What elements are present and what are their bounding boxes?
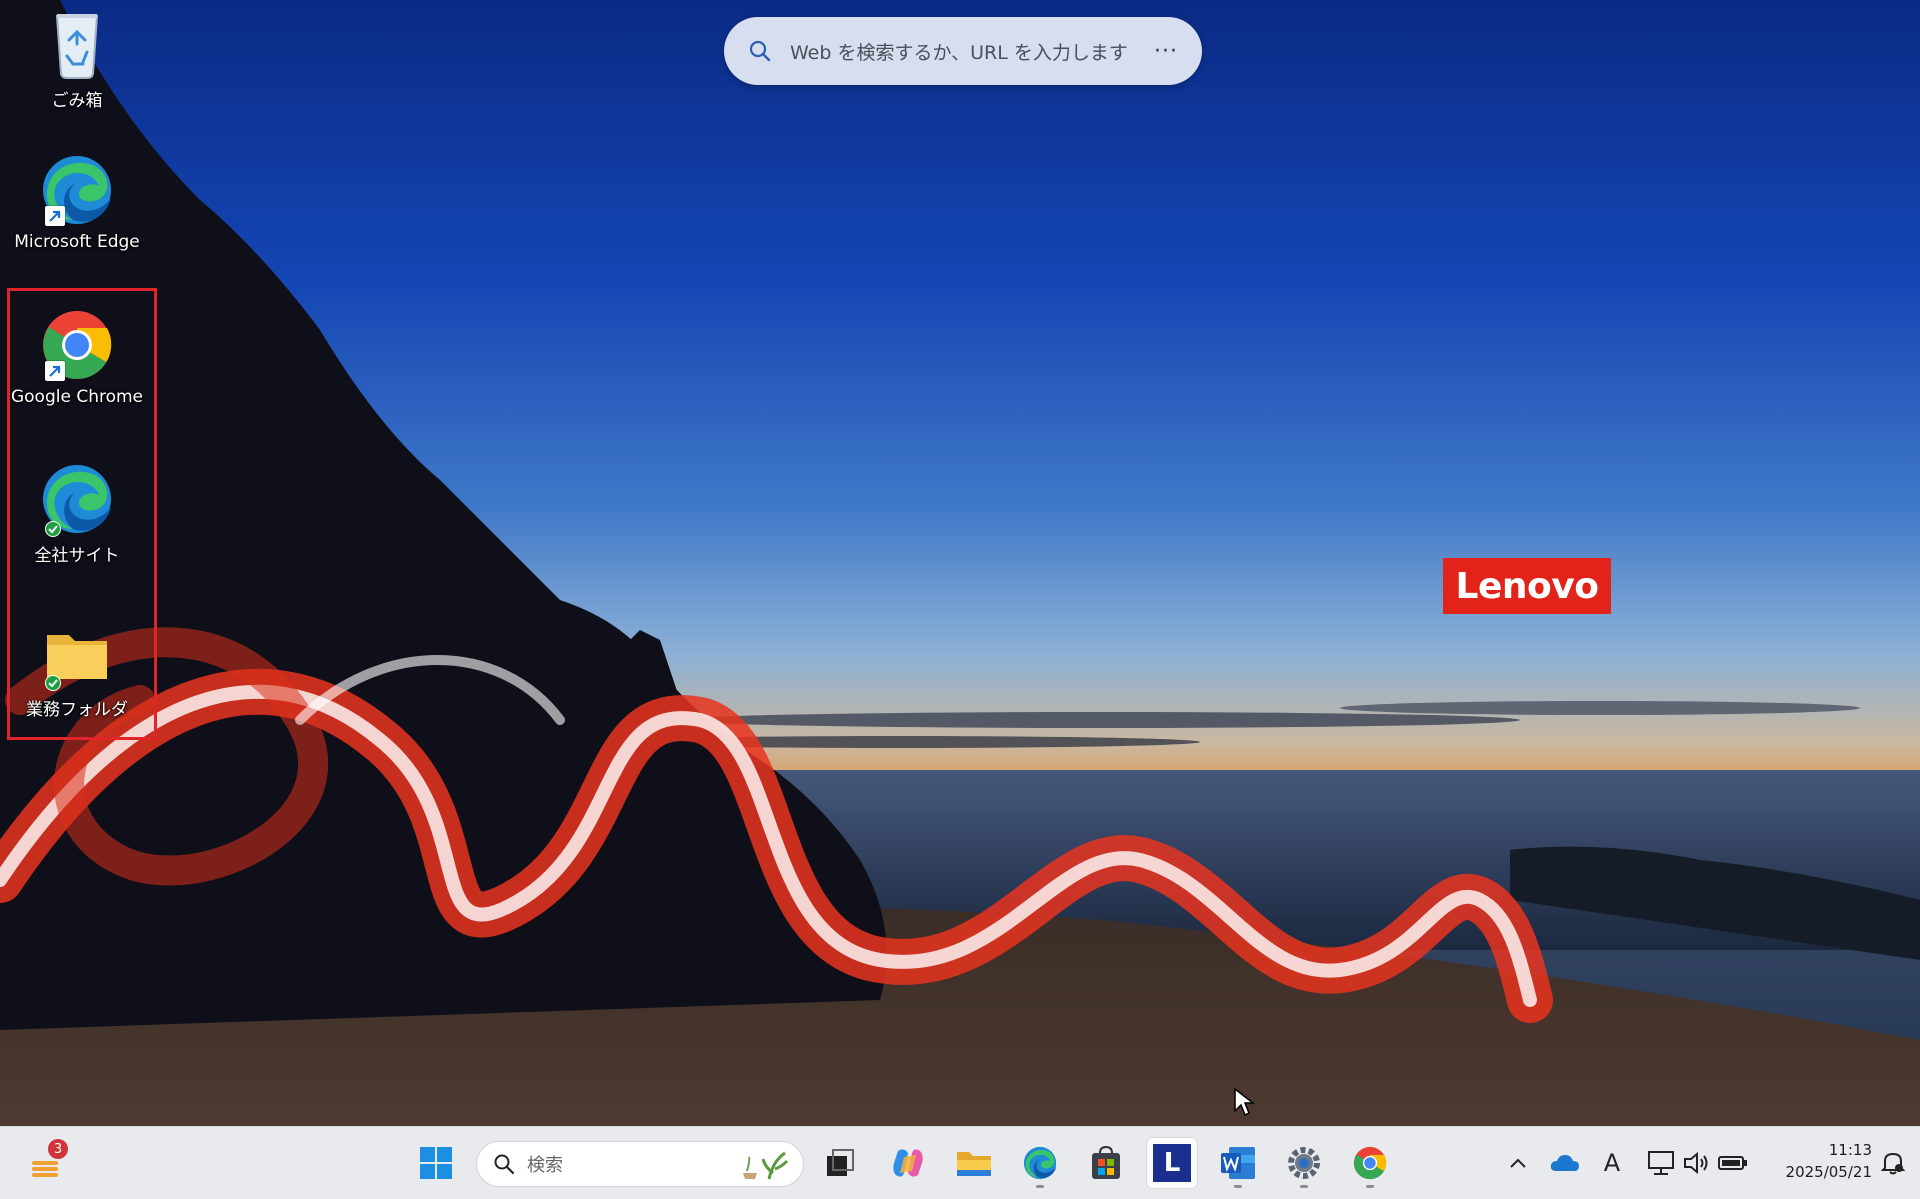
notification-badge: 3	[48, 1139, 68, 1159]
clock[interactable]: 11:13 2025/05/21	[1762, 1139, 1872, 1183]
chrome-taskbar-button[interactable]	[1344, 1137, 1396, 1189]
start-button[interactable]	[410, 1137, 462, 1189]
widgets-button[interactable]: 3	[20, 1137, 72, 1189]
edge-taskbar-button[interactable]	[1014, 1137, 1066, 1189]
file-explorer-icon	[957, 1152, 991, 1176]
running-indicator	[1300, 1185, 1308, 1188]
launcher-label: L	[1163, 1148, 1181, 1178]
taskbar-search-box[interactable]: 検索	[476, 1141, 804, 1187]
settings-icon	[1288, 1147, 1320, 1179]
taskbar-search-placeholder: 検索	[527, 1155, 563, 1176]
store-button[interactable]	[1080, 1137, 1132, 1189]
running-indicator	[1366, 1185, 1374, 1188]
notifications-button[interactable]	[1876, 1147, 1910, 1179]
desktop-icon-label: ごみ箱	[51, 91, 103, 111]
notification-bell-icon	[1881, 1152, 1905, 1175]
speaker-icon	[1684, 1151, 1708, 1175]
edge-icon	[1023, 1146, 1057, 1180]
chevron-up-icon	[1510, 1158, 1526, 1168]
running-indicator	[1234, 1185, 1242, 1188]
desktop-icon-recycle-bin[interactable]: ごみ箱	[6, 4, 148, 146]
launcher-icon: L	[1153, 1144, 1191, 1182]
shortcut-arrow-icon	[45, 206, 65, 226]
battery-icon	[1718, 1156, 1747, 1170]
word-icon	[1221, 1147, 1255, 1179]
file-explorer-button[interactable]	[948, 1137, 1000, 1189]
search-highlight-icon	[743, 1151, 789, 1180]
lenovo-logo: Lenovo	[1443, 558, 1611, 614]
clock-date: 2025/05/21	[1785, 1163, 1872, 1181]
ime-indicator[interactable]: A	[1598, 1147, 1626, 1179]
onedrive-icon	[1550, 1155, 1579, 1171]
taskbar: 3 検索 L A 11:13 2025/05/21	[0, 1126, 1920, 1199]
recycle-bin-icon	[55, 14, 99, 79]
search-icon	[749, 40, 771, 62]
store-icon	[1092, 1145, 1120, 1179]
chrome-icon	[1353, 1146, 1387, 1180]
search-icon	[494, 1154, 515, 1175]
copilot-icon	[893, 1149, 923, 1177]
settings-button[interactable]	[1278, 1137, 1330, 1189]
desktop-icon-microsoft-edge[interactable]: Microsoft Edge	[6, 150, 148, 292]
show-hidden-icons-button[interactable]	[1504, 1147, 1532, 1179]
desktop-wallpaper	[0, 0, 1920, 1126]
clock-time: 11:13	[1828, 1141, 1872, 1159]
task-view-icon	[827, 1149, 854, 1176]
word-button[interactable]	[1212, 1137, 1264, 1189]
battery-button[interactable]	[1716, 1147, 1750, 1179]
web-search-box[interactable]: Web を検索するか、URL を入力します ···	[724, 17, 1202, 85]
task-view-button[interactable]	[814, 1137, 866, 1189]
start-icon	[420, 1147, 452, 1179]
web-search-placeholder: Web を検索するか、URL を入力します	[790, 41, 1128, 64]
more-options-icon[interactable]: ···	[1154, 39, 1178, 64]
launcher-button[interactable]: L	[1146, 1137, 1198, 1189]
copilot-button[interactable]	[882, 1137, 934, 1189]
desktop-icon-label: Microsoft Edge	[14, 232, 140, 252]
network-button[interactable]	[1644, 1147, 1678, 1179]
network-icon	[1648, 1151, 1674, 1175]
mouse-cursor-icon	[1234, 1087, 1255, 1117]
onedrive-button[interactable]	[1548, 1147, 1582, 1179]
highlight-box	[7, 288, 157, 740]
volume-button[interactable]	[1680, 1147, 1714, 1179]
running-indicator	[1036, 1185, 1044, 1188]
